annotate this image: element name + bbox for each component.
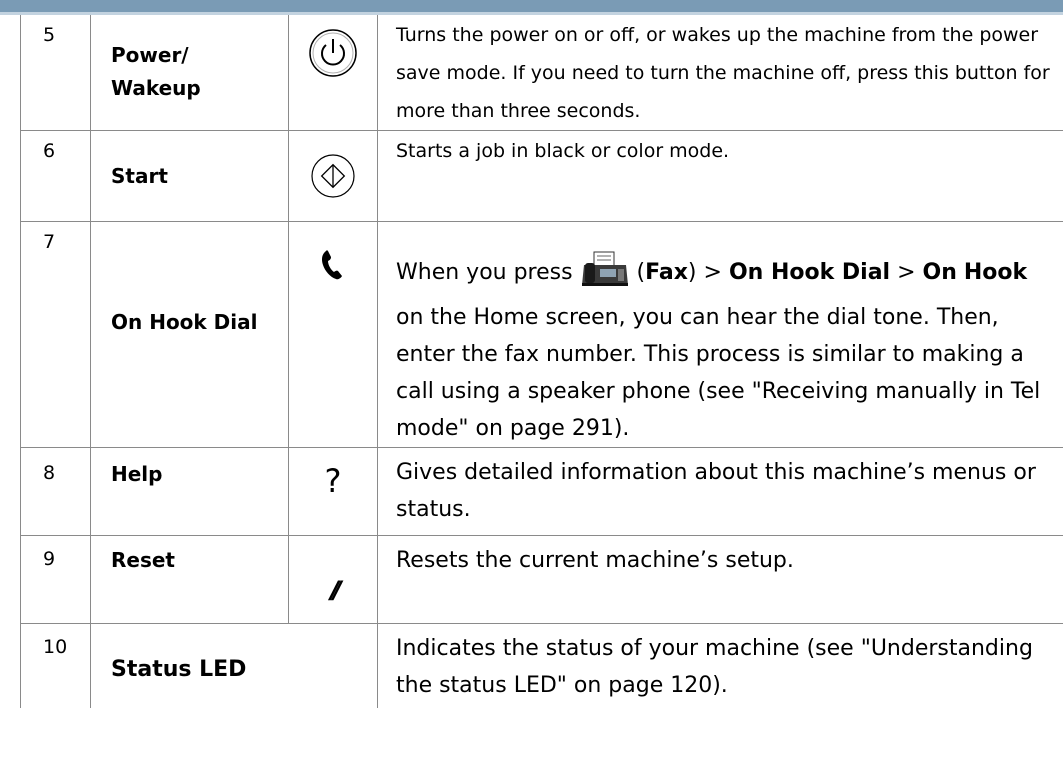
row-name: Reset (90, 535, 289, 624)
table-row: 8 Help ? Gives detailed information abou… (20, 447, 1063, 536)
row-name: Start (90, 130, 289, 222)
header-bar (0, 0, 1063, 12)
row-name: Help (90, 447, 289, 536)
row-icon-cell: ? (288, 447, 378, 536)
reset-icon: // (330, 576, 341, 604)
fax-icon (580, 251, 630, 299)
row-number: 7 (20, 221, 91, 448)
start-icon (310, 153, 356, 203)
table-row: 10 Status LED Indicates the status of yo… (20, 623, 1063, 708)
row-number: 10 (20, 623, 91, 708)
row-description: When you press (Fax) > On Hook Dial > On… (377, 221, 1063, 448)
question-mark-icon: ? (324, 462, 342, 500)
table-row: 6 Start Starts a job in black or color m… (20, 130, 1063, 222)
row-description: Gives detailed information about this ma… (377, 447, 1063, 536)
row-icon-cell: // (288, 535, 378, 624)
power-icon (308, 28, 358, 82)
phone-handset-icon (320, 250, 346, 284)
row-description: Turns the power on or off, or wakes up t… (377, 15, 1063, 131)
row-number: 8 (20, 447, 91, 536)
row-name: Power/ Wakeup (90, 15, 289, 131)
table-row: 7 On Hook Dial When you press (Fax) > On… (20, 221, 1063, 448)
row-icon-cell (288, 15, 378, 131)
row-description: Resets the current machine’s setup. (377, 535, 1063, 624)
row-number: 9 (20, 535, 91, 624)
row-icon-cell (288, 221, 378, 448)
table-row: 5 Power/ Wakeup Turns the power on or of… (20, 15, 1063, 131)
row-number: 5 (20, 15, 91, 131)
row-name: Status LED (90, 623, 378, 708)
row-number: 6 (20, 130, 91, 222)
table-row: 9 Reset // Resets the current machine’s … (20, 535, 1063, 624)
row-name: On Hook Dial (90, 221, 289, 448)
control-panel-table: 5 Power/ Wakeup Turns the power on or of… (20, 15, 1063, 708)
row-icon-cell (288, 130, 378, 222)
row-description: Indicates the status of your machine (se… (377, 623, 1063, 708)
row-description: Starts a job in black or color mode. (377, 130, 1063, 222)
